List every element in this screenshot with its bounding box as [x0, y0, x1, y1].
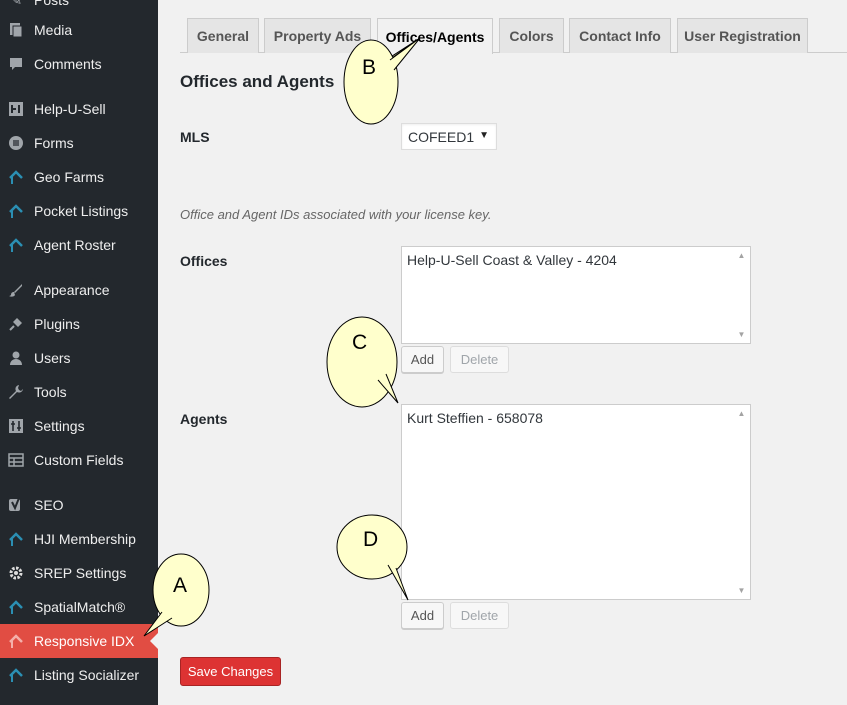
page-title: Offices and Agents — [180, 72, 335, 91]
house-icon — [6, 529, 26, 549]
chevron-down-icon: ▼ — [479, 130, 489, 141]
sidebar-item-responsive-idx[interactable]: Responsive IDX — [0, 624, 158, 658]
callout-c-label: C — [352, 331, 368, 354]
house-icon — [6, 597, 26, 617]
offices-label: Offices — [180, 253, 228, 269]
agents-delete-button[interactable]: Delete — [450, 602, 509, 629]
sidebar-item-label: SREP Settings — [34, 565, 127, 581]
sidebar-item-label: Help-U-Sell — [34, 101, 106, 117]
sidebar-item-label: Geo Farms — [34, 169, 105, 185]
sidebar-item-media[interactable]: Media — [0, 13, 158, 47]
sidebar-item-label: Pocket Listings — [34, 203, 129, 219]
save-changes-button[interactable]: Save Changes — [180, 657, 281, 686]
sidebar-item-tools[interactable]: Tools — [0, 375, 158, 409]
sidebar-item-geo-farms[interactable]: Geo Farms — [0, 160, 158, 194]
tab-property-ads[interactable]: Property Ads — [264, 18, 371, 53]
wrench-icon — [6, 382, 26, 402]
plugin-icon — [6, 99, 26, 119]
scroll-up-icon[interactable]: ▲ — [733, 251, 750, 260]
mls-select-value: COFEED1 — [408, 128, 475, 145]
callout-a-label: A — [173, 574, 188, 597]
media-icon — [6, 20, 26, 40]
offices-delete-button[interactable]: Delete — [450, 346, 509, 373]
brush-icon — [6, 280, 26, 300]
sidebar-item-label: Posts — [34, 0, 70, 8]
agents-label: Agents — [180, 411, 228, 427]
scrollbar[interactable]: ▲ ▼ — [733, 405, 750, 599]
sidebar-item-label: Comments — [34, 56, 102, 72]
house-icon — [6, 201, 26, 221]
sidebar-item-plugins[interactable]: Plugins — [0, 307, 158, 341]
sidebar-item-help-u-sell[interactable]: Help-U-Sell — [0, 92, 158, 126]
mls-label: MLS — [180, 129, 210, 145]
gear-icon — [6, 563, 26, 583]
agents-listbox[interactable]: Kurt Steffien - 658078 ▲ ▼ — [401, 404, 751, 600]
sidebar-item-label: Listing Socializer — [34, 667, 140, 683]
offices-add-button[interactable]: Add — [401, 346, 444, 373]
house-icon — [6, 631, 26, 651]
sidebar-item-label: Users — [34, 350, 71, 366]
sidebar-item-label: SEO — [34, 497, 64, 513]
sidebar-item-label: Plugins — [34, 316, 80, 332]
license-description: Office and Agent IDs associated with you… — [180, 207, 492, 222]
house-icon — [6, 235, 26, 255]
tab-user-registration[interactable]: User Registration — [677, 18, 808, 53]
user-icon — [6, 348, 26, 368]
sidebar-item-label: Tools — [34, 384, 67, 400]
sidebar-item-appearance[interactable]: Appearance — [0, 273, 158, 307]
forms-icon — [6, 133, 26, 153]
scroll-down-icon[interactable]: ▼ — [733, 330, 750, 339]
sidebar-item-label: Agent Roster — [34, 237, 116, 253]
tab-offices-agents[interactable]: Offices/Agents — [377, 18, 493, 54]
house-icon — [6, 665, 26, 685]
scroll-down-icon[interactable]: ▼ — [733, 586, 750, 595]
house-icon — [6, 167, 26, 187]
sidebar-item-users[interactable]: Users — [0, 341, 158, 375]
sidebar-item-label: SpatialMatch® — [34, 599, 126, 615]
sidebar-item-listing-socializer[interactable]: Listing Socializer — [0, 658, 158, 692]
sidebar-item-forms[interactable]: Forms — [0, 126, 158, 160]
sidebar-item-seo[interactable]: SEO — [0, 488, 158, 522]
tab-colors[interactable]: Colors — [499, 18, 564, 53]
sidebar-item-custom-fields[interactable]: Custom Fields — [0, 443, 158, 477]
tab-general[interactable]: General — [187, 18, 259, 53]
sidebar-item-settings[interactable]: Settings — [0, 409, 158, 443]
sidebar-item-label: Media — [34, 22, 73, 38]
list-item[interactable]: Help-U-Sell Coast & Valley - 4204 — [402, 247, 750, 268]
plug-icon — [6, 314, 26, 334]
comment-icon — [6, 54, 26, 74]
sidebar-item-agent-roster[interactable]: Agent Roster — [0, 228, 158, 262]
agents-add-button[interactable]: Add — [401, 602, 444, 629]
offices-listbox[interactable]: Help-U-Sell Coast & Valley - 4204 ▲ ▼ — [401, 246, 751, 344]
sidebar-item-srep-settings[interactable]: SREP Settings — [0, 556, 158, 590]
scrollbar[interactable]: ▲ ▼ — [733, 247, 750, 343]
table-icon — [6, 450, 26, 470]
pushpin-icon: ✎ — [9, 0, 23, 9]
sidebar-item-pocket-listings[interactable]: Pocket Listings — [0, 194, 158, 228]
yoast-icon — [6, 495, 26, 515]
mls-select[interactable]: COFEED1 ▼ — [401, 123, 497, 150]
sidebar-item-comments[interactable]: Comments — [0, 47, 158, 81]
sidebar-item-label: Settings — [34, 418, 85, 434]
callout-d-label: D — [363, 528, 379, 551]
settings-icon — [6, 416, 26, 436]
sidebar-item-label: Appearance — [34, 282, 110, 298]
callout-b-label: B — [362, 56, 377, 79]
sidebar-item-label: Custom Fields — [34, 452, 124, 468]
sidebar-item-label: Forms — [34, 135, 74, 151]
sidebar-item-label: Responsive IDX — [34, 633, 135, 649]
tab-contact-info[interactable]: Contact Info — [569, 18, 671, 53]
sidebar-item-spatialmatch[interactable]: SpatialMatch® — [0, 590, 158, 624]
sidebar-item-hji-membership[interactable]: HJI Membership — [0, 522, 158, 556]
admin-sidebar: ✎ Posts Media Comments Help-U-Sell Forms… — [0, 0, 158, 705]
sidebar-item-label: HJI Membership — [34, 531, 136, 547]
list-item[interactable]: Kurt Steffien - 658078 — [402, 405, 750, 426]
scroll-up-icon[interactable]: ▲ — [733, 409, 750, 418]
